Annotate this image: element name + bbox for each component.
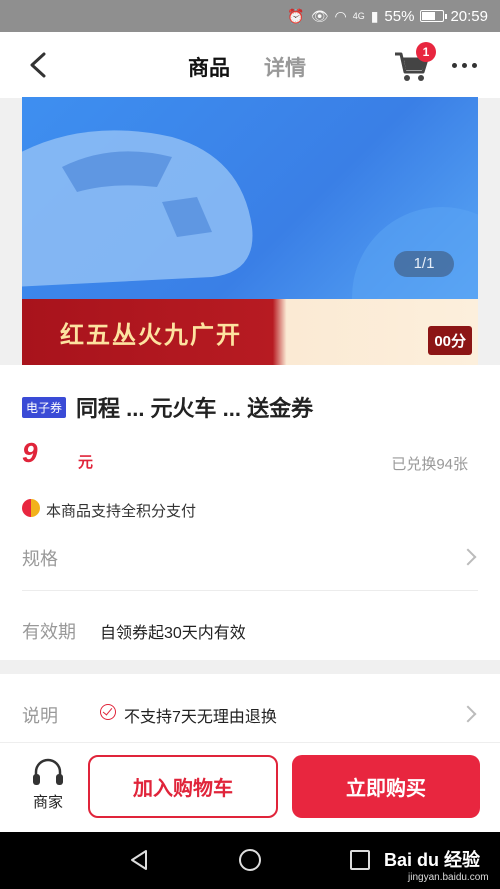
merchant-button[interactable]: 商家 [20,757,76,812]
watermark-url: jingyan.baidu.com [408,872,489,883]
description-row[interactable]: 说明 不支持7天无理由退换 [0,674,500,752]
alarm-icon: ⏰ [287,7,305,24]
price-value: 9 [22,437,38,468]
nav-home-icon[interactable] [239,849,261,871]
add-to-cart-button[interactable]: 加入购物车 [88,755,278,818]
tab-goods[interactable]: 商品 [188,52,230,82]
eye-icon: 👁 [310,7,329,24]
product-title: 同程 ... 元火车 ... 送金券 [76,396,314,421]
more-icon[interactable] [452,58,480,72]
battery-percent: 55% [384,7,415,25]
chevron-right-icon[interactable] [459,548,477,566]
spec-label[interactable]: 规格 [22,545,58,571]
divider [22,590,478,591]
banner-points-badge: 00分 [428,326,472,355]
product-banner[interactable]: 1/1 红五丛火九广开 00分 [22,97,478,365]
description-label: 说明 [22,706,58,726]
status-bar: ⏰ 👁 ◠ 4G ▮ 55% 20:59 [0,0,500,32]
validity-label: 有效期 [22,622,76,642]
action-bar: 商家 加入购物车 立即购买 [0,742,500,832]
product-info: 电子券 同程 ... 元火车 ... 送金券 9 元 已兑换94张 本商品支持全… [0,365,500,660]
network-label: 4G [352,11,365,21]
validity-value: 自领券起30天内有效 [100,625,246,642]
banner-strip-text: 红五丛火九广开 [60,322,242,349]
nav-back-icon[interactable] [128,849,150,871]
nav-recent-icon[interactable] [350,850,370,870]
buy-now-button[interactable]: 立即购买 [292,755,480,818]
merchant-label: 商家 [32,794,63,811]
description-text: 不支持7天无理由退换 [124,709,277,726]
check-circle-icon [100,704,116,720]
clock: 20:59 [450,7,488,25]
banner-page-indicator: 1/1 [394,251,454,277]
tab-detail[interactable]: 详情 [264,52,306,82]
points-icon [22,499,40,517]
price-unit: 元 [78,454,94,471]
cart-badge: 1 [416,42,436,62]
chevron-right-icon[interactable] [459,705,477,723]
back-arrow-icon[interactable] [24,50,54,80]
signal-icon: ▮ [370,7,379,24]
wifi-icon: ◠ [334,7,347,24]
exchanged-count: 已兑换94张 [391,456,468,473]
points-note: 本商品支持全积分支付 [46,503,197,520]
headset-icon [33,758,63,785]
watermark-brand: Bai du 经验 [384,850,481,870]
battery-icon [420,10,448,22]
banner-strip: 红五丛火九广开 00分 [22,299,478,365]
header: 商品 详情 1 [0,32,500,98]
ecoupon-tag: 电子券 [22,397,67,418]
system-nav-bar: Bai du 经验 jingyan.baidu.com [0,832,500,889]
